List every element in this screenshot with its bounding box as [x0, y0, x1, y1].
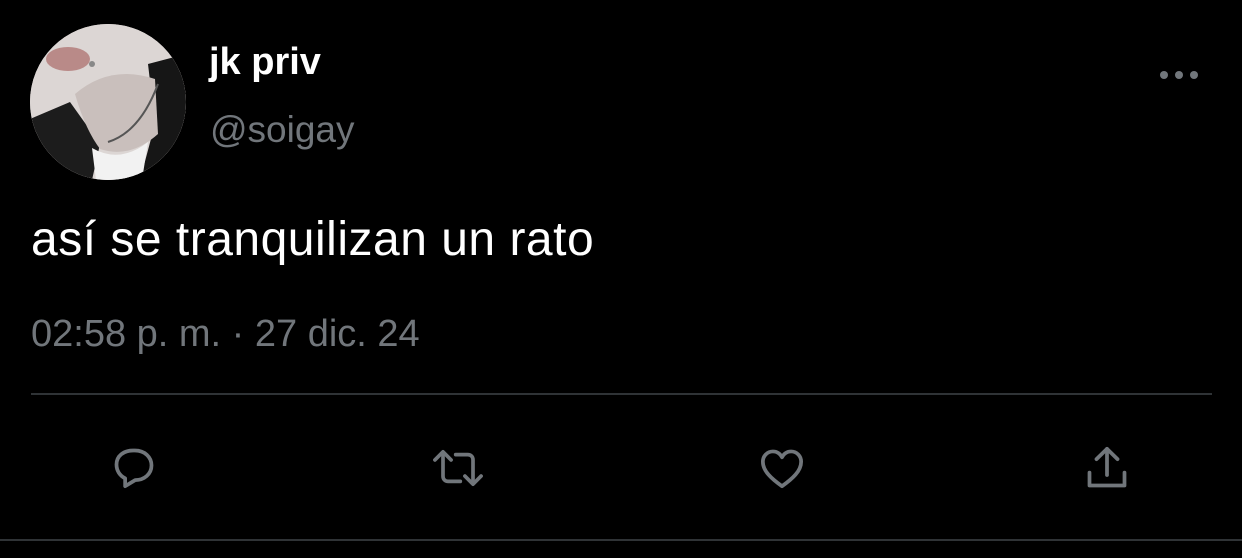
avatar-photo [30, 24, 186, 180]
user-handle[interactable]: @soigay [210, 106, 355, 154]
ellipsis-icon [1160, 71, 1198, 79]
bottom-divider [0, 539, 1242, 541]
more-options-button[interactable] [1152, 58, 1206, 92]
speech-bubble-icon [114, 448, 154, 489]
heart-icon [761, 449, 803, 489]
tweet-text: así se tranquilizan un rato [31, 213, 595, 266]
display-name[interactable]: jk priv [209, 38, 321, 86]
tweet-timestamp[interactable]: 02:58 p. m. · 27 dic. 24 [31, 310, 420, 358]
retweet-arrows-icon [433, 450, 483, 487]
tweet-detail: jk priv @soigay así se tranquilizan un r… [0, 0, 1242, 558]
upload-arrow-icon [1087, 447, 1127, 488]
share-button[interactable] [1077, 438, 1137, 498]
reply-button[interactable] [104, 438, 164, 498]
divider [31, 393, 1212, 395]
like-button[interactable] [752, 438, 812, 498]
retweet-button[interactable] [428, 438, 488, 498]
avatar[interactable] [30, 24, 186, 180]
